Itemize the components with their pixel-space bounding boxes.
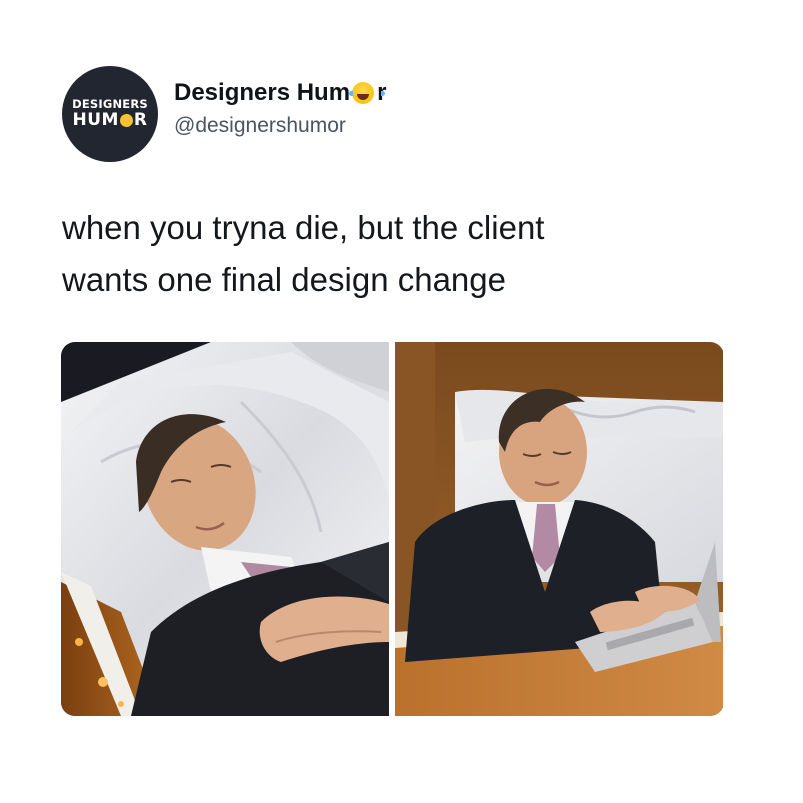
- avatar-logo-prefix: HUM: [72, 110, 119, 131]
- avatar-logo-line2: HUM R: [72, 112, 147, 129]
- display-name-prefix: Designers Hum: [174, 79, 351, 106]
- man-resting-in-coffin-image: [61, 342, 389, 716]
- avatar-logo-line1: DESIGNERS: [72, 96, 148, 111]
- post-text-line: when you tryna die, but the client: [62, 209, 545, 246]
- media-image-right[interactable]: [395, 342, 723, 716]
- post-text-line: wants one final design change: [62, 261, 506, 298]
- user-handle[interactable]: @designershumor: [174, 114, 386, 138]
- author-info: Designers Humr @designershumor: [174, 78, 386, 138]
- man-in-coffin-typing-on-laptop-image: [395, 342, 723, 716]
- post-header: DESIGNERS HUM R Designers Humr @designers…: [62, 66, 742, 162]
- avatar[interactable]: DESIGNERS HUM R: [62, 66, 158, 162]
- post-text: when you tryna die, but the client wants…: [62, 202, 742, 306]
- media-image-left[interactable]: [61, 342, 389, 716]
- post-card: DESIGNERS HUM R Designers Humr @designers…: [0, 0, 803, 803]
- laughing-crying-face-icon: [349, 82, 386, 104]
- avatar-logo-suffix: R: [133, 110, 148, 131]
- post-media[interactable]: [61, 342, 724, 716]
- smiley-icon: [119, 114, 133, 128]
- display-name[interactable]: Designers Humr: [174, 78, 386, 108]
